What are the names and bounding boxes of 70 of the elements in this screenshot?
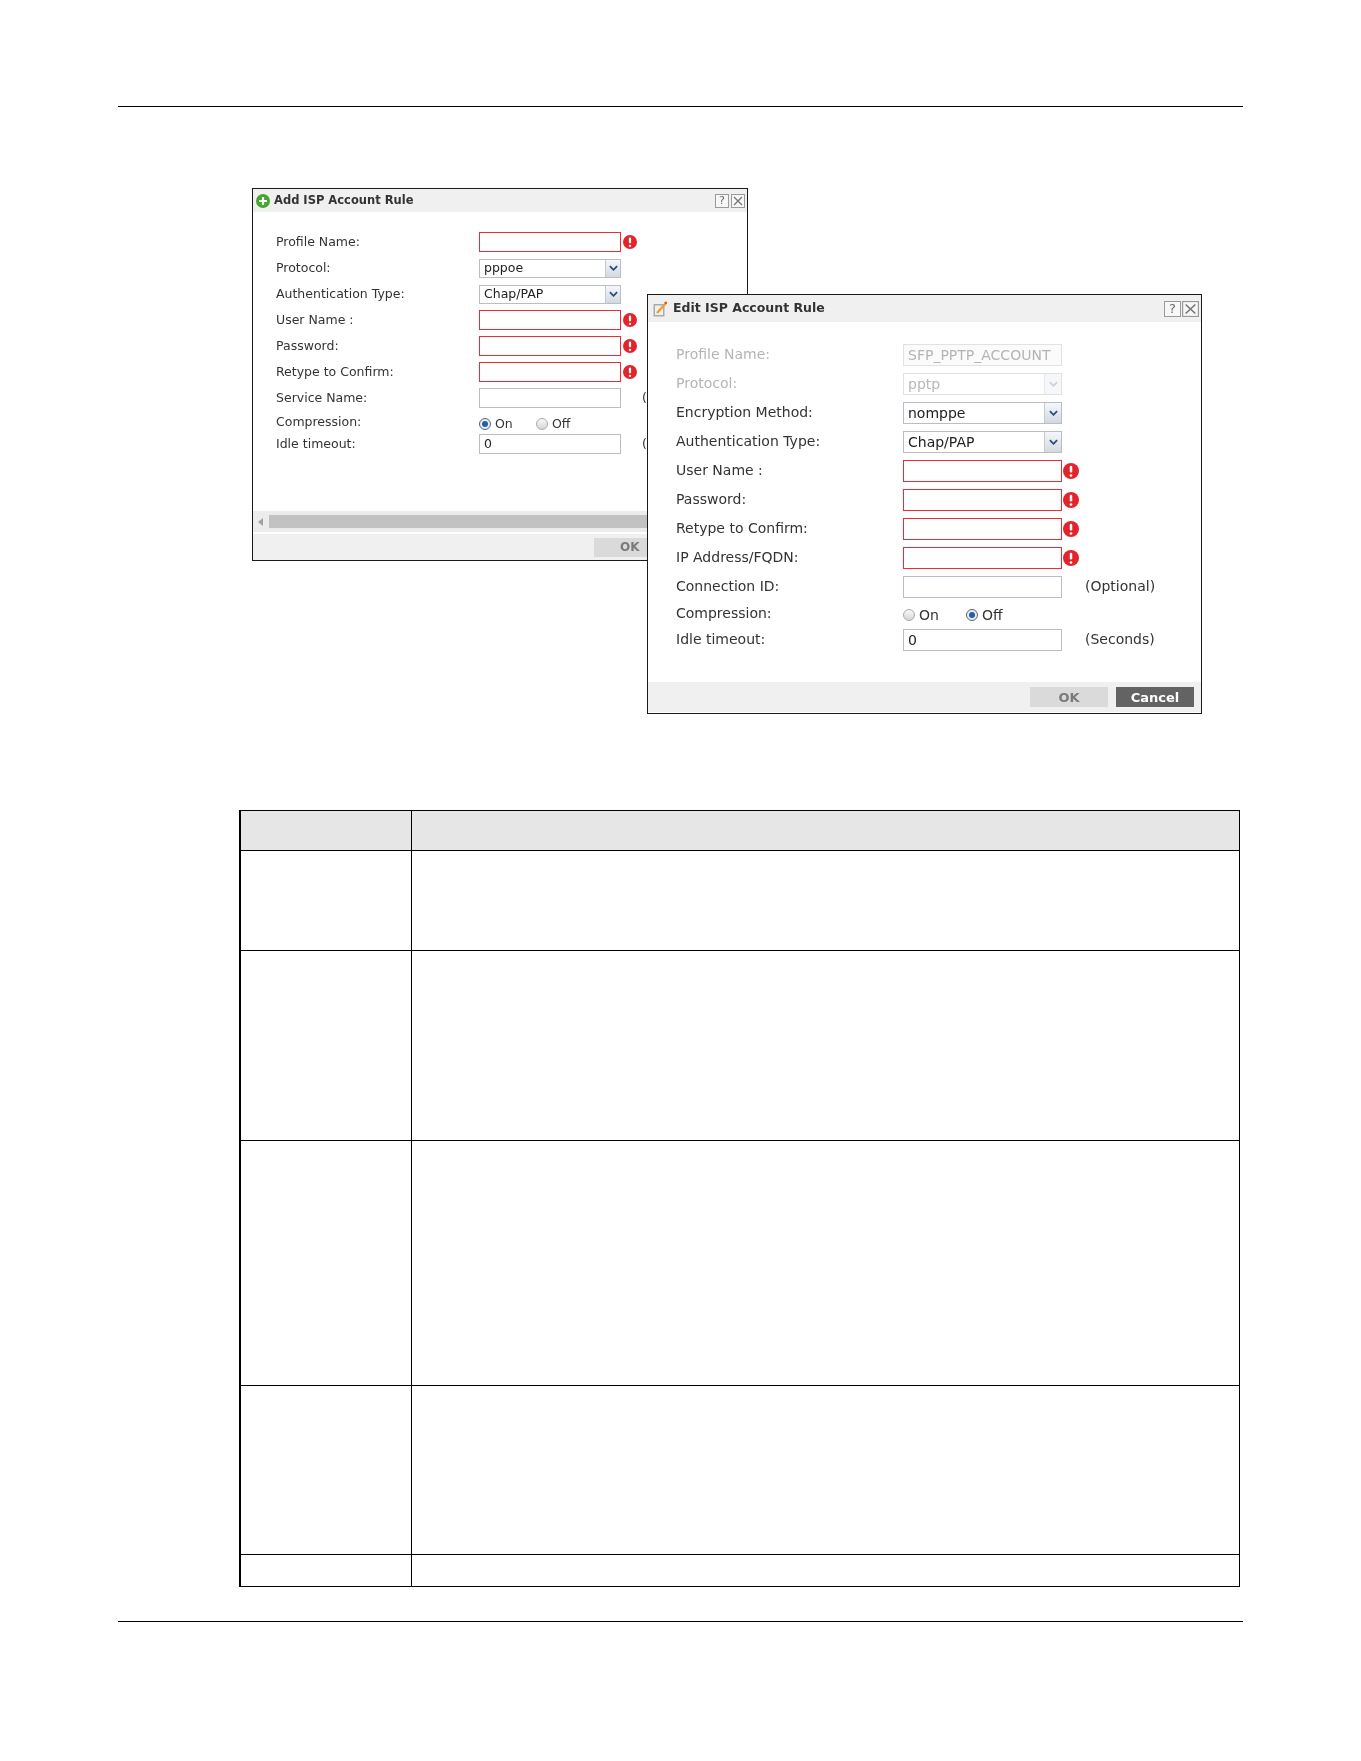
- input-field[interactable]: [479, 388, 621, 408]
- caret-left-icon[interactable]: [258, 517, 263, 526]
- suffix-text: (: [642, 388, 647, 407]
- input-field[interactable]: [479, 336, 621, 356]
- chevron-down-icon[interactable]: [1044, 402, 1061, 423]
- field-label: Profile Name:: [276, 232, 360, 251]
- field-label: Authentication Type:: [276, 284, 405, 303]
- field-label: Profile Name:: [676, 345, 770, 364]
- input-field[interactable]: [903, 459, 1062, 482]
- radio-button[interactable]: [536, 418, 548, 430]
- dropdown[interactable]: pppoe: [479, 258, 621, 278]
- suffix-text: (: [642, 434, 647, 453]
- field-label: Protocol:: [276, 258, 331, 277]
- field-label: Encryption Method:: [676, 403, 813, 422]
- dialog-title: Add ISP Account Rule: [274, 191, 414, 209]
- field-label: Idle timeout:: [276, 434, 356, 453]
- dialog-button[interactable]: Cancel: [1116, 687, 1194, 707]
- radio-label: On: [495, 414, 513, 433]
- close-icon[interactable]: [1182, 300, 1199, 317]
- field-label: Authentication Type:: [676, 432, 821, 451]
- input-field[interactable]: [903, 546, 1062, 569]
- field-label: Retype to Confirm:: [276, 362, 394, 381]
- chevron-down-icon[interactable]: [605, 259, 620, 277]
- chevron-down-icon[interactable]: [1044, 431, 1061, 452]
- close-icon[interactable]: [731, 193, 745, 208]
- error-icon: [623, 339, 637, 353]
- field-label: IP Address/FQDN:: [676, 548, 799, 567]
- field-label: Protocol:: [676, 374, 738, 393]
- radio-button[interactable]: [903, 609, 915, 621]
- field-label: Compression:: [276, 412, 362, 431]
- radio-label: Off: [982, 605, 1003, 625]
- dropdown[interactable]: Chap/PAP: [903, 430, 1062, 453]
- field-label: Service Name:: [276, 388, 368, 407]
- error-icon: [623, 235, 637, 249]
- input-field[interactable]: [903, 575, 1062, 598]
- input-field[interactable]: [903, 517, 1062, 540]
- field-label: Password:: [676, 490, 747, 509]
- error-icon: [623, 365, 637, 379]
- radio-button[interactable]: [966, 609, 978, 621]
- radio-label: On: [919, 605, 939, 625]
- plus-icon: [256, 193, 270, 208]
- dropdown[interactable]: nomppe: [903, 401, 1062, 424]
- input-field[interactable]: 0: [903, 628, 1062, 651]
- suffix-text: (Seconds): [1085, 630, 1155, 649]
- radio-button[interactable]: [479, 418, 491, 430]
- field-label: User Name :: [276, 310, 354, 329]
- radio-label: Off: [552, 414, 571, 433]
- input-field[interactable]: [903, 488, 1062, 511]
- chevron-down-icon[interactable]: [605, 285, 620, 303]
- input-field[interactable]: [479, 362, 621, 382]
- help-button[interactable]: ?: [1164, 300, 1181, 317]
- field-label: Connection ID:: [676, 577, 780, 596]
- help-button[interactable]: ?: [715, 193, 729, 208]
- field-label: Retype to Confirm:: [676, 519, 808, 538]
- input-field[interactable]: [479, 232, 621, 252]
- error-icon: [1063, 520, 1079, 537]
- field-label: Compression:: [676, 604, 772, 623]
- field-label: Password:: [276, 336, 339, 355]
- notepad-pencil-icon: [653, 300, 667, 317]
- input-field[interactable]: 0: [479, 434, 621, 454]
- input-field[interactable]: [479, 310, 621, 330]
- error-icon: [1063, 462, 1079, 479]
- error-icon: [1063, 491, 1079, 508]
- field-label: User Name :: [676, 461, 763, 480]
- dropdown[interactable]: Chap/PAP: [479, 284, 621, 304]
- suffix-text: (Optional): [1085, 577, 1156, 596]
- dialog-title: Edit ISP Account Rule: [673, 299, 825, 318]
- field-label: Idle timeout:: [676, 630, 766, 649]
- error-icon: [1063, 549, 1079, 566]
- error-icon: [623, 313, 637, 327]
